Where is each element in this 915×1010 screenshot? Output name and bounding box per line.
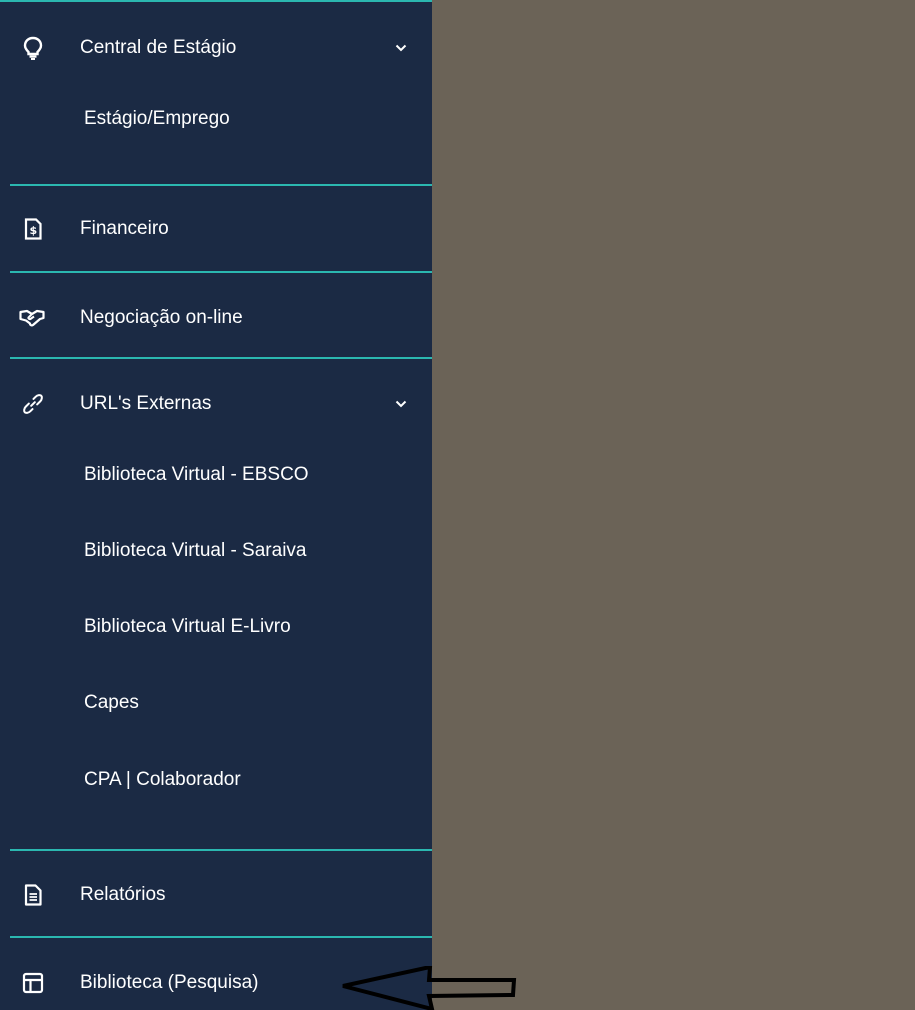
sidebar-item-label: Central de Estágio	[80, 37, 237, 58]
sidebar-subitem-label: CPA | Colaborador	[84, 769, 241, 790]
sidebar-subitem-biblioteca-ebsco[interactable]: Biblioteca Virtual - EBSCO	[0, 455, 432, 495]
sidebar-item-label: Biblioteca (Pesquisa)	[80, 972, 259, 993]
sidebar-subitem-capes[interactable]: Capes	[0, 683, 432, 723]
sidebar-subitem-estagio-emprego[interactable]: Estágio/Emprego	[0, 99, 432, 139]
divider	[10, 357, 432, 359]
handshake-icon	[18, 307, 46, 329]
sidebar-item-label: URL's Externas	[80, 393, 212, 414]
lightbulb-icon	[22, 36, 44, 60]
sidebar-top-border	[0, 0, 432, 2]
link-icon	[22, 393, 44, 415]
sidebar-item-urls-externas[interactable]: URL's Externas	[0, 384, 432, 424]
main-content-area	[432, 0, 915, 1010]
chevron-down-icon[interactable]	[394, 41, 408, 55]
sidebar-item-financeiro[interactable]: $ Financeiro	[0, 209, 432, 249]
chevron-down-icon[interactable]	[394, 397, 408, 411]
sidebar-item-label: Negociação on-line	[80, 307, 243, 328]
sidebar-item-label: Financeiro	[80, 218, 169, 239]
sidebar-subitem-label: Biblioteca Virtual - Saraiva	[84, 540, 307, 561]
sidebar-subitem-label: Biblioteca Virtual - EBSCO	[84, 464, 309, 485]
sidebar-item-negociacao-online[interactable]: Negociação on-line	[0, 298, 432, 338]
sidebar-subitem-label: Estágio/Emprego	[84, 108, 230, 129]
screen: Central de Estágio Estágio/Emprego $ Fin…	[0, 0, 915, 1010]
divider	[10, 184, 432, 186]
divider	[10, 271, 432, 273]
sidebar-subitem-label: Capes	[84, 692, 139, 713]
divider	[10, 849, 432, 851]
sidebar-item-relatorios[interactable]: Relatórios	[0, 875, 432, 915]
sidebar-subitem-cpa-colaborador[interactable]: CPA | Colaborador	[0, 760, 432, 800]
sidebar: Central de Estágio Estágio/Emprego $ Fin…	[0, 0, 432, 1010]
sidebar-item-label: Relatórios	[80, 884, 166, 905]
divider	[10, 936, 432, 938]
sidebar-subitem-label: Biblioteca Virtual E-Livro	[84, 616, 291, 637]
layout-icon	[22, 972, 44, 994]
pointer-arrow-icon	[342, 966, 517, 1010]
invoice-dollar-icon: $	[22, 218, 44, 240]
sidebar-subitem-biblioteca-elivro[interactable]: Biblioteca Virtual E-Livro	[0, 607, 432, 647]
sidebar-item-central-de-estagio[interactable]: Central de Estágio	[0, 28, 432, 68]
svg-text:$: $	[29, 224, 37, 237]
sidebar-subitem-biblioteca-saraiva[interactable]: Biblioteca Virtual - Saraiva	[0, 531, 432, 571]
file-text-icon	[22, 884, 44, 906]
